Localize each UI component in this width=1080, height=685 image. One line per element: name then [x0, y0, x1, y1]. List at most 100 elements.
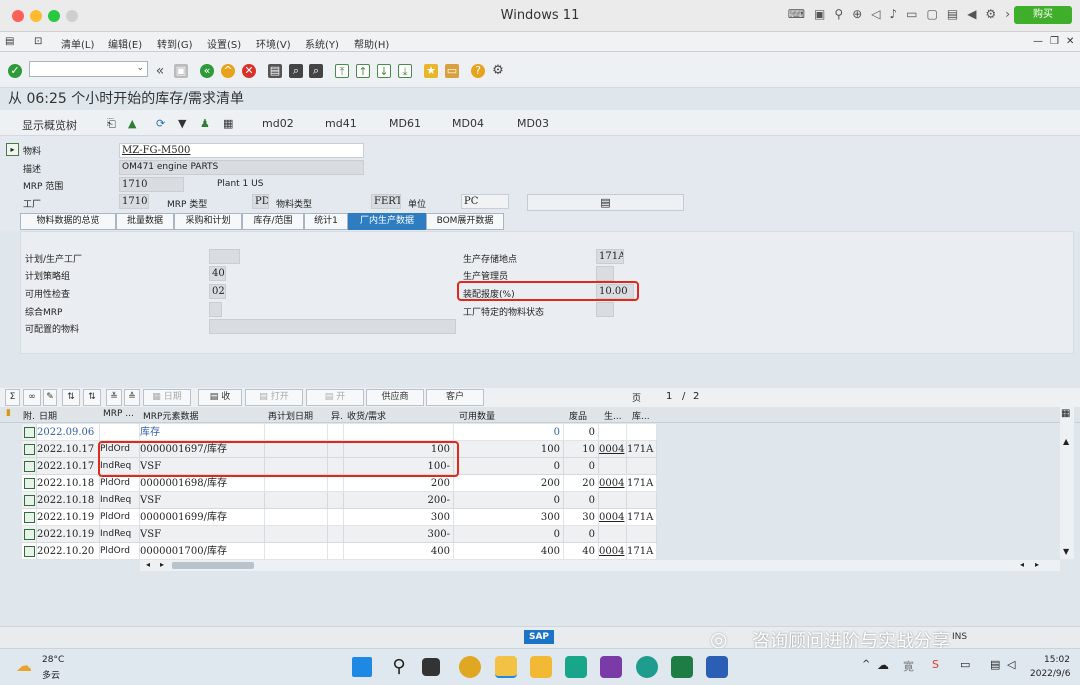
- expand-all-icon[interactable]: ≚: [106, 389, 122, 406]
- tab-statistics[interactable]: 统计1: [304, 213, 348, 230]
- last-page-icon[interactable]: ⤓: [398, 64, 412, 78]
- gear-icon[interactable]: ⚙: [985, 7, 996, 21]
- menu-item-environment[interactable]: 环境(V): [256, 36, 291, 51]
- open-button[interactable]: ▤ 打开: [245, 389, 303, 406]
- prod-version-cell[interactable]: 0004: [599, 441, 627, 458]
- md41-button[interactable]: md41: [325, 117, 357, 130]
- col-scrap[interactable]: 废品: [569, 409, 587, 422]
- table-row[interactable]: 2022.09.06 库存 0 0: [22, 424, 1058, 441]
- menu-toggle-icon[interactable]: ▤: [5, 36, 14, 47]
- export-icon[interactable]: ▦: [223, 117, 233, 130]
- screen-icon[interactable]: ▤: [947, 7, 958, 21]
- find-next-icon[interactable]: ⌕: [309, 64, 323, 78]
- col-date[interactable]: 日期: [39, 409, 57, 422]
- cloud-icon[interactable]: ☁: [877, 658, 889, 672]
- enter-check-icon[interactable]: ✓: [8, 64, 22, 78]
- tab-material-overview[interactable]: 物料数据的总览: [20, 213, 116, 230]
- task-view-icon[interactable]: [422, 658, 440, 676]
- start-icon[interactable]: [352, 657, 372, 677]
- md03-button[interactable]: MD03: [517, 117, 549, 130]
- sort-asc-icon[interactable]: ⇅: [62, 389, 80, 406]
- menu-item-system[interactable]: 系统(Y): [305, 36, 339, 51]
- col-production-version[interactable]: 生...: [604, 409, 622, 422]
- scroll-right-icon[interactable]: ▸: [1035, 560, 1039, 569]
- tab-bom-explosion[interactable]: BOM展开数据: [426, 213, 504, 230]
- tab-stock-range[interactable]: 库存/范围: [242, 213, 304, 230]
- edge-icon[interactable]: [636, 656, 658, 678]
- glasses-icon[interactable]: ∞: [23, 389, 41, 406]
- material-field[interactable]: MZ-FG-M500: [119, 143, 364, 158]
- camera-icon[interactable]: ▢: [927, 7, 938, 21]
- shortcut-icon[interactable]: ▭: [445, 64, 459, 78]
- prod-version-cell[interactable]: 0004: [599, 509, 627, 526]
- md61-button[interactable]: MD61: [389, 117, 421, 130]
- layout-icon[interactable]: ⊡: [34, 36, 42, 47]
- window-minimize-icon[interactable]: —: [1033, 36, 1043, 47]
- volume-icon[interactable]: ◁: [1007, 658, 1015, 671]
- show-overview-tree-button[interactable]: 显示概览树: [22, 117, 77, 133]
- cpu-icon[interactable]: ▣: [814, 7, 825, 21]
- col-mrp-element-data[interactable]: MRP元素数据: [143, 409, 198, 422]
- prod-version-cell[interactable]: 0004: [599, 543, 627, 560]
- col-receipt-requirement[interactable]: 收货/需求: [347, 409, 386, 422]
- scroll-thumb[interactable]: [172, 562, 254, 569]
- refresh-icon[interactable]: ⟳: [156, 117, 165, 130]
- tab-in-house-production[interactable]: 厂内生产数据: [348, 213, 426, 230]
- col-available-qty[interactable]: 可用数量: [459, 409, 495, 422]
- sap-gui-icon[interactable]: [495, 656, 517, 678]
- vendor-button[interactable]: 供应商: [366, 389, 424, 406]
- window-close-icon[interactable]: ✕: [1066, 36, 1074, 47]
- sum-icon[interactable]: Σ: [5, 389, 20, 406]
- filter-icon[interactable]: ▼: [178, 117, 186, 130]
- scroll-up-icon[interactable]: ▲: [1063, 437, 1069, 446]
- folder-icon[interactable]: [530, 656, 552, 678]
- table-row[interactable]: 2022.10.20 PldOrd 0000001700/库存 400 400 …: [22, 543, 1058, 560]
- md04-button[interactable]: MD04: [452, 117, 484, 130]
- table-row[interactable]: 2022.10.19 PldOrd 0000001699/库存 300 300 …: [22, 509, 1058, 526]
- scroll-right-icon[interactable]: ▸: [160, 560, 164, 569]
- md02-button[interactable]: md02: [262, 117, 294, 130]
- command-field[interactable]: ⌄: [29, 61, 148, 77]
- sort-desc-icon[interactable]: ⇅: [83, 389, 101, 406]
- create-session-icon[interactable]: ★: [424, 64, 438, 78]
- chevron-right-icon[interactable]: ›: [1005, 7, 1010, 21]
- collapse-icon[interactable]: ⎗: [107, 117, 116, 131]
- word-icon[interactable]: [706, 656, 728, 678]
- back-icon[interactable]: ◀: [967, 7, 976, 21]
- ime-icon[interactable]: 寛: [903, 658, 914, 674]
- prev-page-icon[interactable]: ↑: [356, 64, 370, 78]
- table-row[interactable]: 2022.10.18 IndReq VSF 200- 0 0: [22, 492, 1058, 509]
- tab-lot-size[interactable]: 批量数据: [116, 213, 174, 230]
- chrome-icon[interactable]: [459, 656, 481, 678]
- clock-date[interactable]: 2022/9/6: [1030, 669, 1070, 679]
- onenote-icon[interactable]: [600, 656, 622, 678]
- globe-icon[interactable]: ⊕: [852, 7, 862, 21]
- monitor-icon[interactable]: ▭: [960, 658, 970, 671]
- open-short-button[interactable]: ▤ 开: [306, 389, 364, 406]
- table-row[interactable]: 2022.10.18 PldOrd 0000001698/库存 200 200 …: [22, 475, 1058, 492]
- col-reschedule-date[interactable]: 再计划日期: [268, 409, 313, 422]
- col-attachment[interactable]: 附.: [23, 409, 35, 422]
- detail-button[interactable]: ▤: [527, 194, 684, 211]
- scroll-left-icon[interactable]: ◂: [1020, 560, 1024, 569]
- usb-icon[interactable]: ⚲: [834, 7, 843, 21]
- menu-item-list[interactable]: 清单(L): [61, 36, 94, 51]
- date-button[interactable]: ▦ 日期: [143, 389, 191, 406]
- next-page-icon[interactable]: ↓: [377, 64, 391, 78]
- tab-procurement[interactable]: 采购和计划: [174, 213, 242, 230]
- horizontal-scrollbar[interactable]: ◂ ▸ ◂ ▸: [140, 560, 1060, 571]
- receive-button[interactable]: ▤ 收: [198, 389, 242, 406]
- vertical-scrollbar[interactable]: ▦ ▲ ▼: [1060, 407, 1074, 559]
- find-icon[interactable]: ⌕: [289, 64, 303, 78]
- speaker-icon[interactable]: ◁: [871, 7, 880, 21]
- mic-icon[interactable]: ♪: [889, 7, 897, 21]
- scroll-left-icon[interactable]: ◂: [146, 560, 150, 569]
- double-left-icon[interactable]: «: [153, 64, 167, 78]
- pencil-icon[interactable]: ✎: [43, 389, 57, 406]
- scroll-down-icon[interactable]: ▼: [1063, 547, 1069, 556]
- help-icon[interactable]: ?: [471, 64, 485, 78]
- column-settings-icon[interactable]: ▦: [1061, 408, 1070, 419]
- customer-button[interactable]: 客户: [426, 389, 484, 406]
- wps-icon[interactable]: S: [932, 658, 939, 671]
- header-toggle-icon[interactable]: ▸: [6, 143, 19, 156]
